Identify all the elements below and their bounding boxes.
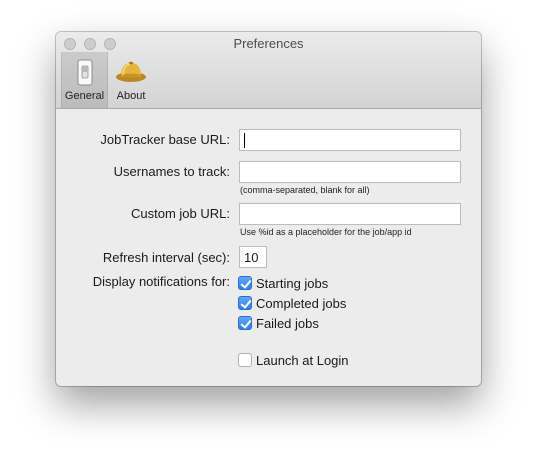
toolbar-tab-about[interactable]: About — [111, 52, 151, 108]
notifications-label: Display notifications for: — [92, 274, 230, 289]
titlebar: Preferences General About — [56, 32, 481, 109]
checkbox-unchecked[interactable] — [238, 353, 252, 367]
checkbox-checked[interactable] — [238, 296, 252, 310]
usernames-hint: (comma-separated, blank for all) — [240, 185, 370, 195]
checkbox-checked[interactable] — [238, 276, 252, 290]
custom-job-url-hint: Use %id as a placeholder for the job/app… — [240, 227, 412, 237]
starting-jobs-checkbox[interactable]: Starting jobs — [238, 275, 328, 291]
usernames-label: Usernames to track: — [113, 164, 230, 179]
pith-helmet-icon — [116, 61, 146, 82]
preferences-window: Preferences General About JobTracker bas… — [56, 32, 481, 386]
checkbox-checked[interactable] — [238, 316, 252, 330]
launch-at-login-checkbox[interactable]: Launch at Login — [238, 352, 349, 368]
failed-jobs-checkbox[interactable]: Failed jobs — [238, 315, 319, 331]
text-caret — [244, 133, 245, 148]
toolbar-about-label: About — [116, 90, 146, 102]
refresh-interval-input[interactable]: 10 — [239, 246, 267, 268]
jobtracker-url-label: JobTracker base URL: — [100, 132, 230, 147]
refresh-interval-label: Refresh interval (sec): — [102, 250, 230, 265]
window-title: Preferences — [233, 36, 304, 51]
toolbar-general-label: General — [64, 90, 105, 102]
switch-icon — [77, 59, 92, 86]
completed-jobs-checkbox[interactable]: Completed jobs — [238, 295, 346, 311]
jobtracker-url-input[interactable] — [239, 129, 461, 151]
custom-job-url-label: Custom job URL: — [131, 206, 230, 221]
usernames-input[interactable] — [239, 161, 461, 183]
toolbar-tab-general[interactable]: General — [61, 52, 108, 108]
custom-job-url-input[interactable] — [239, 203, 461, 225]
